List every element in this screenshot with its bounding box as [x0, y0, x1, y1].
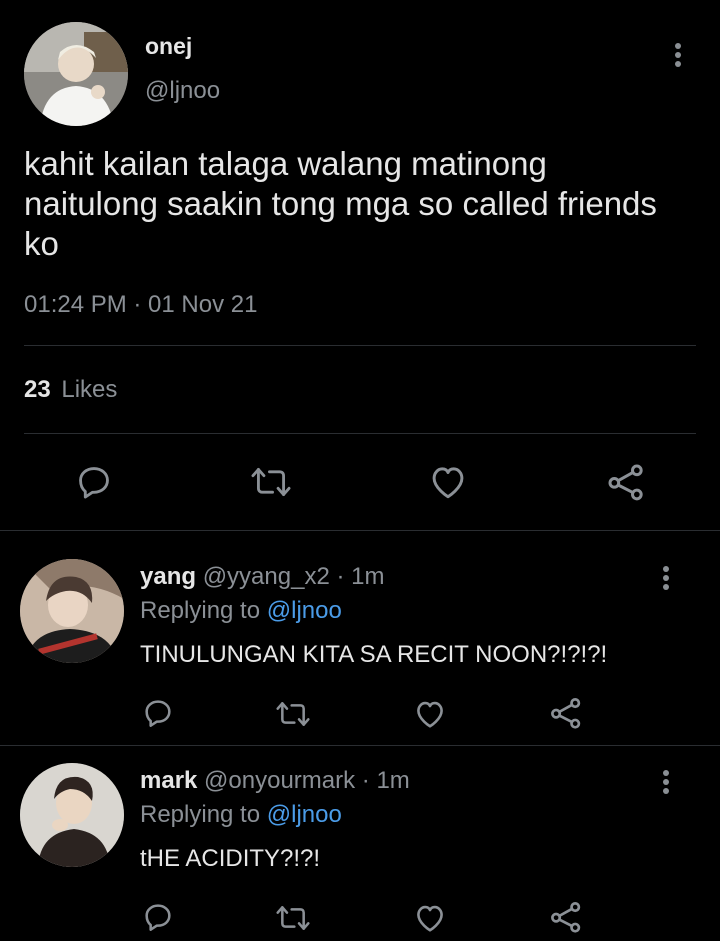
- reply-icon[interactable]: [142, 901, 174, 933]
- share-icon[interactable]: [549, 900, 583, 934]
- avatar-photo: [20, 559, 124, 663]
- divider: [24, 433, 696, 434]
- replying-to-link[interactable]: @ljnoo: [267, 801, 342, 828]
- like-icon[interactable]: [413, 903, 447, 933]
- divider: [24, 345, 696, 346]
- more-vertical-icon[interactable]: [660, 564, 672, 596]
- tweet-timestamp: 01:24 PM · 01 Nov 21: [24, 291, 258, 318]
- tweet-text-line: ko: [24, 225, 59, 262]
- replying-to: Replying to @ljnoo: [140, 801, 342, 829]
- share-icon[interactable]: [606, 462, 646, 502]
- reply-icon[interactable]: [75, 463, 113, 501]
- tweet-text: kahit kailan talaga walang matinong nait…: [24, 144, 657, 264]
- share-icon[interactable]: [549, 696, 583, 730]
- avatar-photo: [20, 763, 124, 867]
- retweet-icon[interactable]: [249, 463, 293, 501]
- avatar[interactable]: [20, 763, 124, 867]
- avatar[interactable]: [20, 559, 124, 663]
- reply-header: yang @yyang_x2 · 1m: [140, 563, 384, 591]
- like-icon[interactable]: [428, 464, 468, 500]
- display-name[interactable]: onej: [145, 33, 192, 60]
- reply-text: tHE ACIDITY?!?!: [140, 845, 321, 872]
- tweet-text-line: naitulong saakin tong mga so called frie…: [24, 185, 657, 222]
- retweet-icon[interactable]: [274, 698, 312, 730]
- more-vertical-icon[interactable]: [660, 768, 672, 800]
- handle[interactable]: @yyang_x2: [203, 563, 330, 590]
- likes-label: Likes: [61, 376, 118, 403]
- avatar[interactable]: [24, 22, 128, 126]
- reply-text: TINULUNGAN KITA SA RECIT NOON?!?!?!: [140, 641, 608, 668]
- handle[interactable]: @onyourmark: [204, 767, 355, 794]
- reply-time: · 1m: [361, 767, 410, 794]
- display-name[interactable]: mark: [140, 767, 197, 794]
- avatar-photo: [24, 22, 128, 126]
- retweet-icon[interactable]: [274, 902, 312, 934]
- replying-prefix: Replying to: [140, 801, 261, 828]
- reply-icon[interactable]: [142, 697, 174, 729]
- tweet-text-line: kahit kailan talaga walang matinong: [24, 145, 547, 182]
- more-vertical-icon[interactable]: [672, 41, 684, 73]
- display-name[interactable]: yang: [140, 563, 196, 590]
- reply-header: mark @onyourmark · 1m: [140, 767, 410, 795]
- replying-to-link[interactable]: @ljnoo: [267, 597, 342, 624]
- divider: [0, 745, 720, 746]
- likes-count: 23: [24, 376, 51, 403]
- replying-to: Replying to @ljnoo: [140, 597, 342, 625]
- likes-stat[interactable]: 23 Likes: [24, 376, 117, 404]
- like-icon[interactable]: [413, 699, 447, 729]
- handle[interactable]: @ljnoo: [145, 77, 220, 105]
- divider: [0, 530, 720, 531]
- replying-prefix: Replying to: [140, 597, 261, 624]
- reply-time: · 1m: [336, 563, 385, 590]
